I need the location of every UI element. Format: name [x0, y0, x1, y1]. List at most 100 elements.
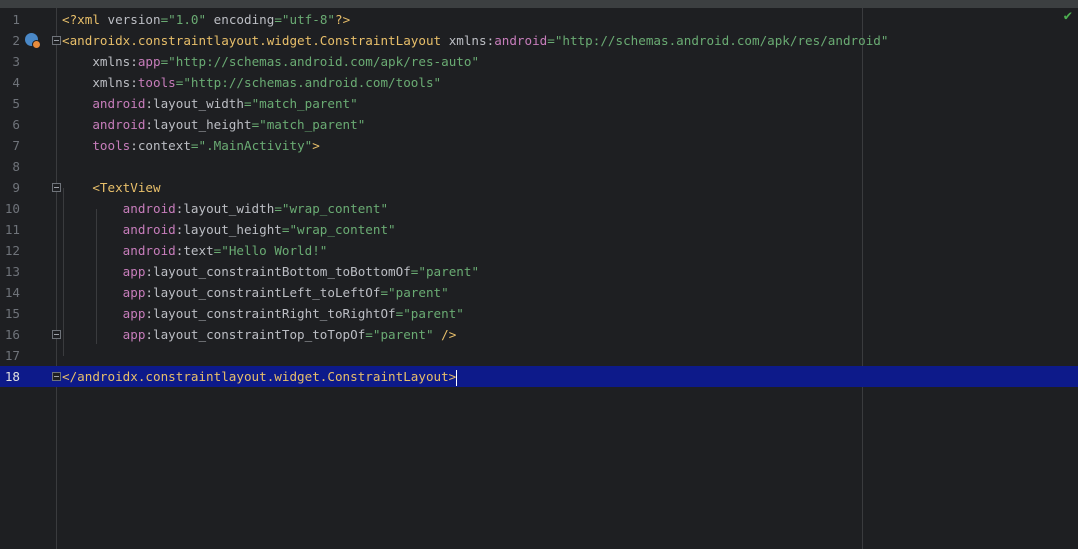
code-token: ="http://schemas.android.com/apk/res/and…: [547, 33, 889, 48]
code-token: ="parent": [410, 264, 480, 279]
layout-preview-gutter-icon[interactable]: [25, 33, 41, 49]
code-text: tools:context=".MainActivity">: [62, 135, 320, 156]
code-token: xmlns:: [62, 54, 138, 69]
code-token: :layout_constraintLeft_toLeftOf: [145, 285, 381, 300]
code-text: android:layout_height="match_parent": [62, 114, 365, 135]
code-token: encoding: [213, 12, 275, 27]
code-token: :context: [130, 138, 191, 153]
fold-toggle-icon[interactable]: [52, 372, 61, 381]
code-text: android:text="Hello World!": [62, 240, 328, 261]
code-token: =".MainActivity": [190, 138, 313, 153]
code-token: app: [62, 285, 146, 300]
code-token: tools: [137, 75, 176, 90]
line-number: 12: [4, 243, 20, 258]
code-token: ="match_parent": [251, 117, 366, 132]
code-text: app:layout_constraintTop_toTopOf="parent…: [62, 324, 457, 345]
line-number: 2: [12, 33, 20, 48]
code-token: ="http://schemas.android.com/apk/res-aut…: [160, 54, 480, 69]
code-text: <TextView: [62, 177, 161, 198]
fold-toggle-icon[interactable]: [52, 330, 61, 339]
code-token: version: [107, 12, 161, 27]
code-line[interactable]: 2 <androidx.constraintlayout.widget.Const…: [0, 30, 1078, 51]
code-text: app:layout_constraintLeft_toLeftOf="pare…: [62, 282, 449, 303]
editor-tab-strip: [0, 0, 1078, 8]
code-text: <?xml version="1.0" encoding="utf-8"?>: [62, 9, 350, 30]
code-token: android: [494, 33, 548, 48]
code-text: app:layout_constraintRight_toRightOf="pa…: [62, 303, 464, 324]
code-token: ="1.0": [160, 12, 214, 27]
code-text: app:layout_constraintBottom_toBottomOf="…: [62, 261, 479, 282]
code-line[interactable]: 8: [0, 156, 1078, 177]
code-line[interactable]: 1 <?xml version="1.0" encoding="utf-8"?>: [0, 9, 1078, 30]
line-number: 8: [12, 159, 20, 174]
line-number: 6: [12, 117, 20, 132]
line-number: 17: [4, 348, 20, 363]
code-token: ?>: [335, 12, 351, 27]
code-text: android:layout_height="wrap_content": [62, 219, 396, 240]
code-token: >: [312, 138, 320, 153]
code-token: app: [62, 327, 146, 342]
fold-toggle-icon[interactable]: [52, 36, 61, 45]
code-token: ="match_parent": [243, 96, 358, 111]
code-token: app: [62, 306, 146, 321]
code-token: android: [62, 222, 176, 237]
code-line[interactable]: 16 app:layout_constraintTop_toTopOf="par…: [0, 324, 1078, 345]
code-token: <?xml: [62, 12, 108, 27]
line-number: 4: [12, 75, 20, 90]
code-token: android: [62, 243, 176, 258]
code-line[interactable]: 5 android:layout_width="match_parent": [0, 93, 1078, 114]
line-number: 5: [12, 96, 20, 111]
code-text: android:layout_width="wrap_content": [62, 198, 388, 219]
line-number: 10: [4, 201, 20, 216]
line-number: 15: [4, 306, 20, 321]
code-line[interactable]: 11 android:layout_height="wrap_content": [0, 219, 1078, 240]
code-line[interactable]: 14 app:layout_constraintLeft_toLeftOf="p…: [0, 282, 1078, 303]
code-token: :layout_constraintRight_toRightOf: [145, 306, 396, 321]
code-text: <androidx.constraintlayout.widget.Constr…: [62, 30, 888, 51]
line-number: 1: [12, 12, 20, 27]
line-number: 7: [12, 138, 20, 153]
code-text: xmlns:tools="http://schemas.android.com/…: [62, 72, 441, 93]
code-token: app: [137, 54, 161, 69]
code-token: android: [62, 201, 176, 216]
code-line[interactable]: 3 xmlns:app="http://schemas.android.com/…: [0, 51, 1078, 72]
code-token: ="parent": [365, 327, 442, 342]
line-number: 18: [4, 369, 20, 384]
fold-toggle-icon[interactable]: [52, 183, 61, 192]
code-token: <TextView: [62, 180, 161, 195]
code-token: ="wrap_content": [274, 201, 389, 216]
code-token: <androidx.constraintlayout.widget.Constr…: [62, 33, 449, 48]
code-text: xmlns:app="http://schemas.android.com/ap…: [62, 51, 479, 72]
code-editor[interactable]: ✔ 1 <?xml version="1.0" encoding="utf-8"?…: [0, 8, 1078, 549]
line-number: 14: [4, 285, 20, 300]
code-line[interactable]: 9 <TextView: [0, 177, 1078, 198]
code-token: ="http://schemas.android.com/tools": [175, 75, 442, 90]
code-line[interactable]: 18 </androidx.constraintlayout.widget.Con…: [0, 366, 1078, 387]
code-token: android: [62, 96, 146, 111]
code-line[interactable]: 4 xmlns:tools="http://schemas.android.co…: [0, 72, 1078, 93]
code-token: xmlns:: [448, 33, 495, 48]
code-token: :layout_height: [145, 117, 252, 132]
code-line[interactable]: 12 android:text="Hello World!": [0, 240, 1078, 261]
code-token: />: [441, 327, 457, 342]
code-line[interactable]: 17: [0, 345, 1078, 366]
line-number: 3: [12, 54, 20, 69]
code-token: :layout_constraintBottom_toBottomOf: [145, 264, 411, 279]
code-line[interactable]: 10 android:layout_width="wrap_content": [0, 198, 1078, 219]
line-number: 9: [12, 180, 20, 195]
code-token: android: [62, 117, 146, 132]
code-line[interactable]: 13 app:layout_constraintBottom_toBottomO…: [0, 261, 1078, 282]
code-token: :layout_width: [175, 201, 275, 216]
code-line[interactable]: 6 android:layout_height="match_parent": [0, 114, 1078, 135]
line-number: 16: [4, 327, 20, 342]
code-text: android:layout_width="match_parent": [62, 93, 358, 114]
code-token: xmlns:: [62, 75, 138, 90]
code-token: ="parent": [380, 285, 449, 300]
code-token: :layout_constraintTop_toTopOf: [145, 327, 366, 342]
line-number: 11: [4, 222, 20, 237]
code-line[interactable]: 15 app:layout_constraintRight_toRightOf=…: [0, 303, 1078, 324]
code-token: ="Hello World!": [213, 243, 328, 258]
code-line[interactable]: 7 tools:context=".MainActivity">: [0, 135, 1078, 156]
code-token: app: [62, 264, 146, 279]
code-token: :layout_height: [175, 222, 282, 237]
